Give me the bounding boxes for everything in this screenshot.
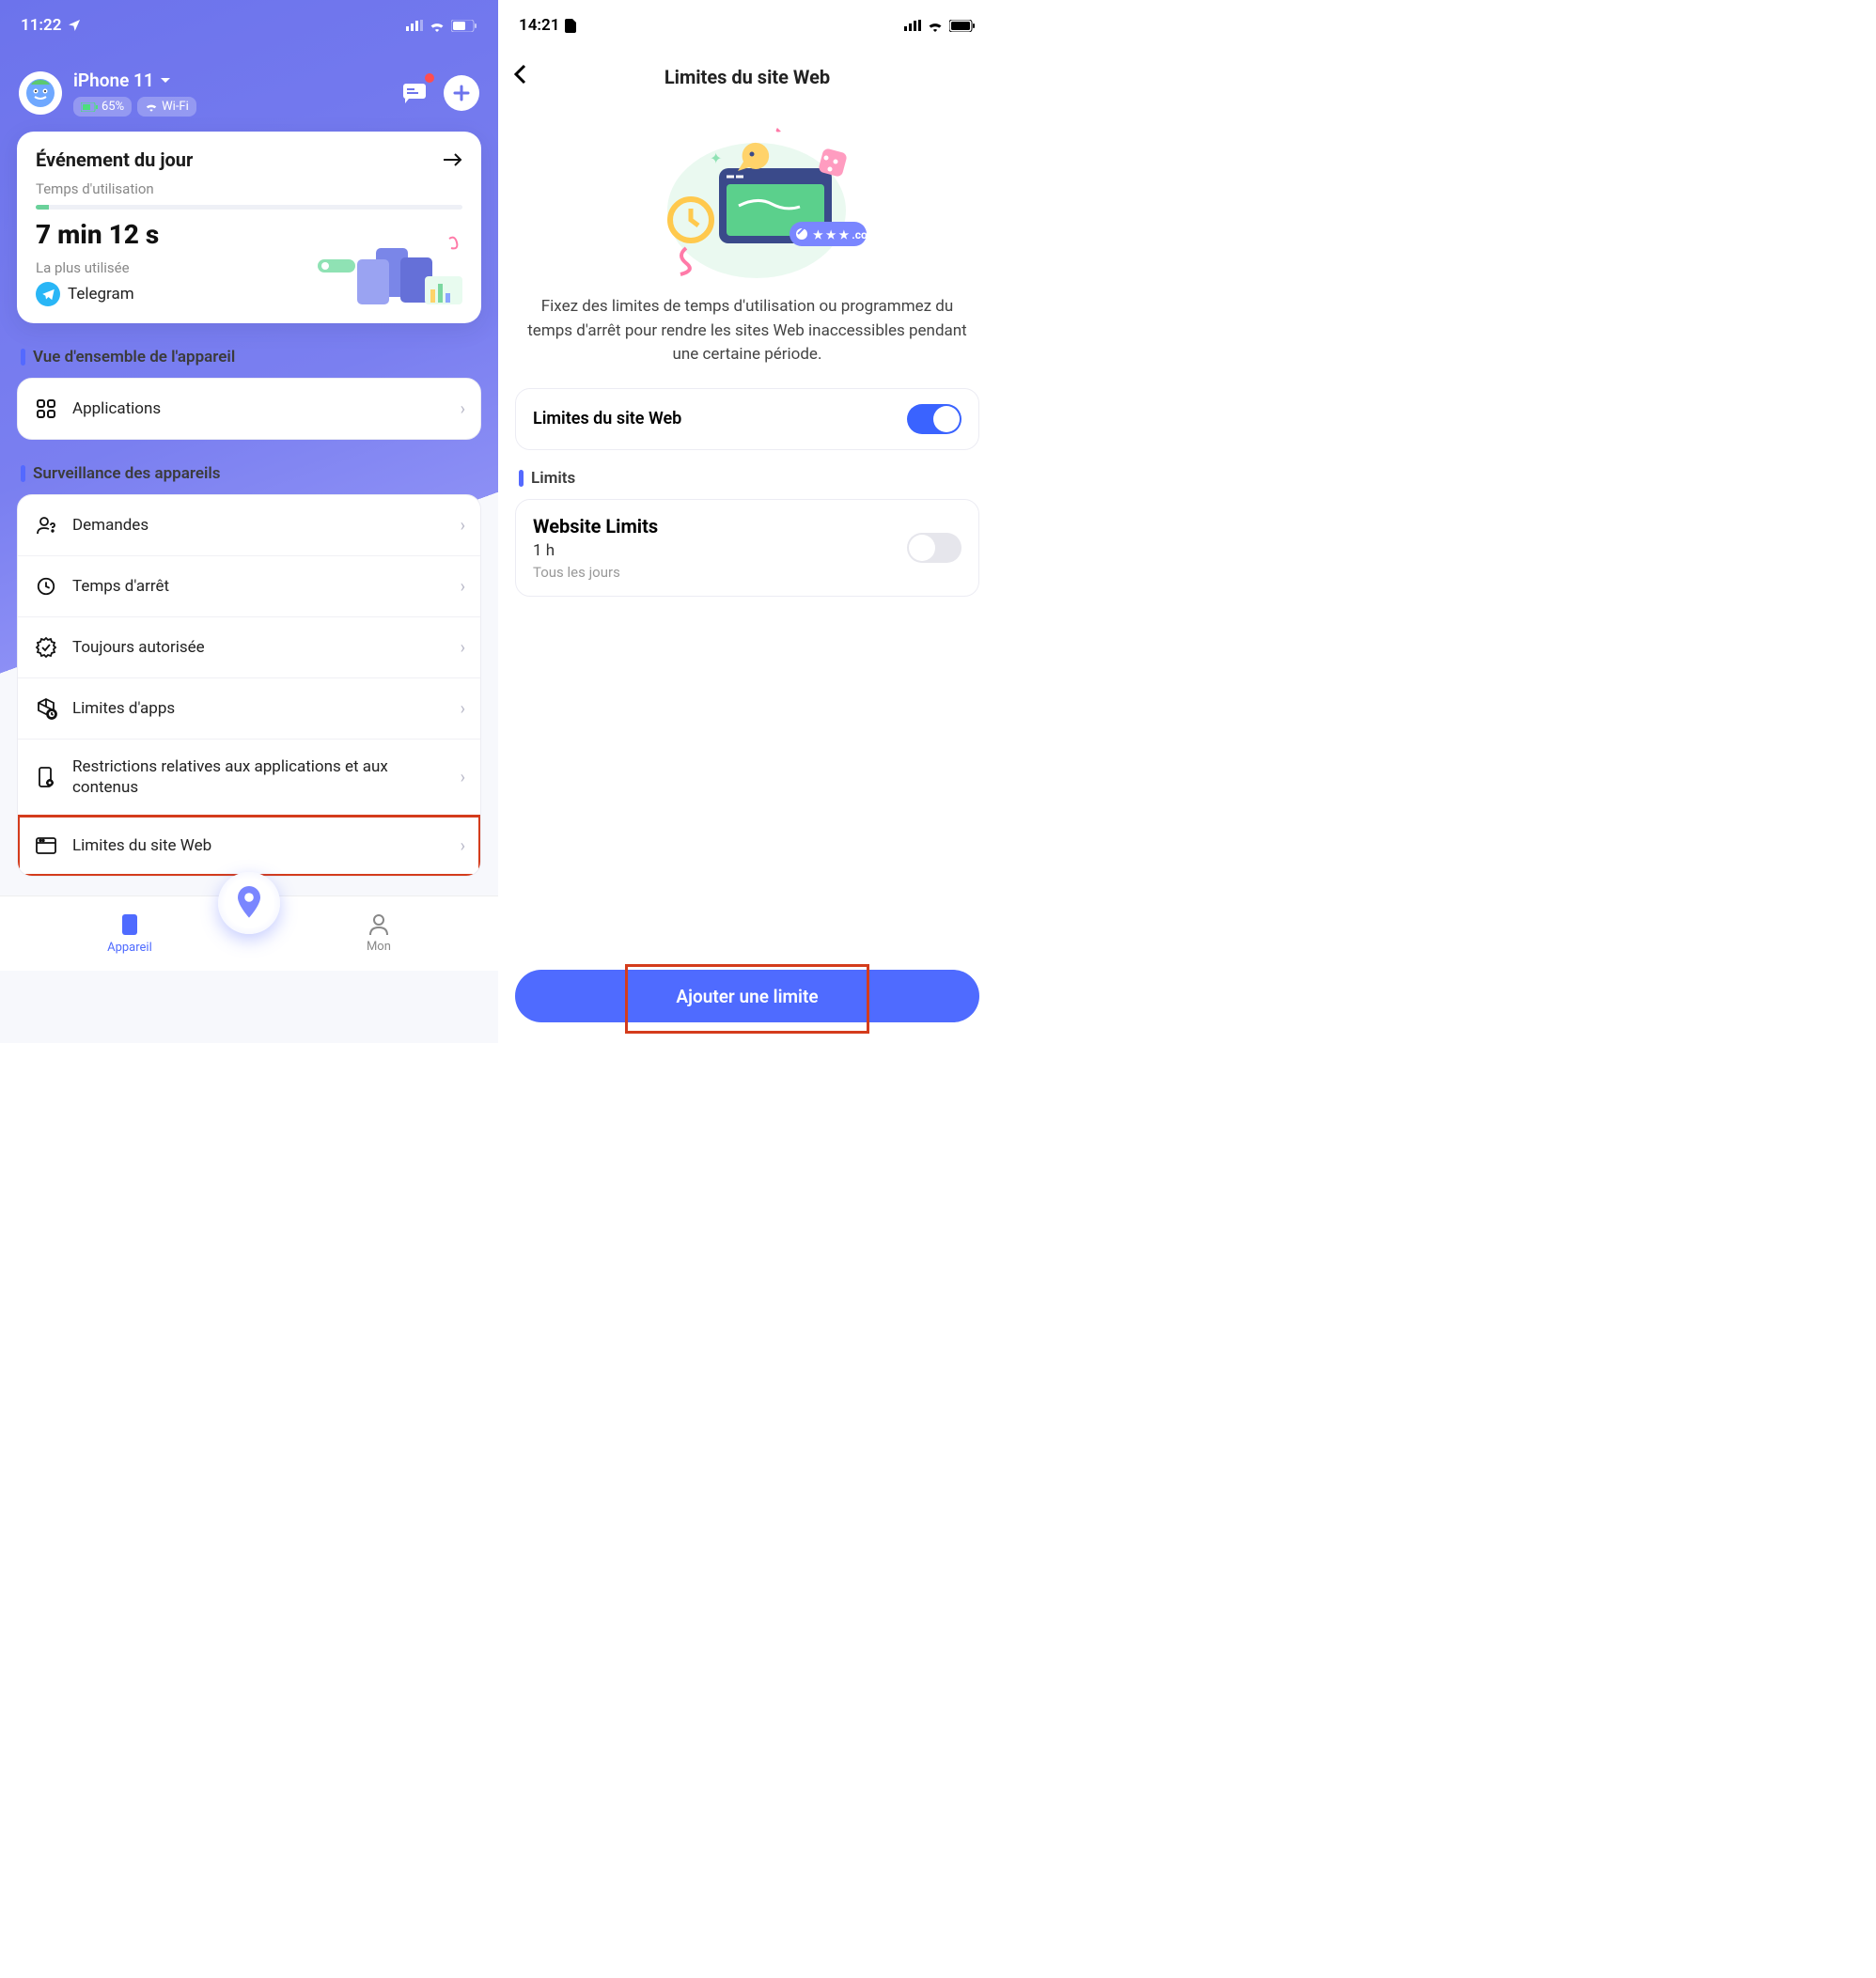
wifi-small-icon <box>145 101 158 112</box>
chevron-down-icon <box>160 77 171 85</box>
location-fab[interactable] <box>218 872 280 934</box>
row-content-restrictions[interactable]: Restrictions relatives aux applications … <box>18 740 480 816</box>
limit-schedule: Tous les jours <box>533 564 658 581</box>
back-button[interactable] <box>513 64 551 90</box>
cellular-icon <box>904 20 921 31</box>
pin-icon <box>235 886 263 920</box>
chevron-right-icon: › <box>461 836 465 856</box>
chevron-right-icon: › <box>461 399 465 419</box>
row-label: Limites d'apps <box>72 698 447 719</box>
row-app-limits[interactable]: Limites d'apps › <box>18 678 480 740</box>
wifi-icon <box>927 20 944 32</box>
battery-icon <box>451 20 477 32</box>
row-label: Limites du site Web <box>72 835 447 856</box>
row-label: Temps d'arrêt <box>72 576 447 597</box>
battery-small-icon <box>81 102 98 112</box>
clock-icon <box>33 573 59 600</box>
chevron-right-icon: › <box>461 638 465 658</box>
row-website-limits[interactable]: Limites du site Web › <box>18 816 480 876</box>
status-bar: 11:22 <box>0 0 498 41</box>
add-button[interactable] <box>444 75 479 111</box>
messages-button[interactable] <box>397 75 432 111</box>
svg-text:★ ★ ★ .com: ★ ★ ★ .com <box>813 228 877 241</box>
device-header: iPhone 11 65% Wi-Fi <box>0 41 498 132</box>
status-bar: 14:21 <box>498 0 996 41</box>
status-right <box>406 20 477 32</box>
svg-text:✦: ✦ <box>710 149 722 167</box>
row-label: Toujours autorisée <box>72 637 447 658</box>
card-illustration <box>310 231 470 316</box>
section-monitor: Surveillance des appareils <box>21 464 477 483</box>
row-always-allowed[interactable]: Toujours autorisée › <box>18 617 480 678</box>
wifi-label: Wi-Fi <box>162 100 189 114</box>
avatar[interactable] <box>19 71 62 115</box>
phone-gear-icon <box>33 764 59 790</box>
hero-illustration: ★ ★ ★ .com ✦ <box>498 107 996 295</box>
page-title: Limites du site Web <box>551 66 944 88</box>
row-label: Restrictions relatives aux applications … <box>72 756 447 798</box>
person-icon <box>368 913 389 936</box>
limit-toggle[interactable] <box>907 533 961 563</box>
telegram-icon <box>36 282 60 306</box>
today-title: Événement du jour <box>36 148 193 171</box>
grid-icon <box>33 396 59 422</box>
limit-title: Website Limits <box>533 515 658 537</box>
toggle-label: Limites du site Web <box>533 409 681 428</box>
section-limits: Limits <box>519 469 976 488</box>
tab-device[interactable]: Appareil <box>107 912 152 955</box>
row-label: Applications <box>72 398 447 419</box>
chat-icon <box>401 82 428 104</box>
limit-duration: 1 h <box>533 541 658 560</box>
chevron-right-icon: › <box>461 577 465 597</box>
sim-icon <box>565 19 576 33</box>
chevron-right-icon: › <box>461 768 465 787</box>
battery-chip: 65% <box>73 97 132 117</box>
cube-clock-icon <box>33 695 59 722</box>
section-overview: Vue d'ensemble de l'appareil <box>21 348 477 366</box>
chevron-right-icon: › <box>461 699 465 719</box>
browser-icon <box>33 833 59 859</box>
location-icon <box>67 18 82 33</box>
device-icon <box>119 912 140 937</box>
most-used-app: Telegram <box>68 285 134 304</box>
wifi-icon <box>429 20 446 32</box>
arrow-right-icon <box>442 152 462 167</box>
status-time: 11:22 <box>21 16 61 35</box>
chevron-right-icon: › <box>461 516 465 536</box>
badge-check-icon <box>33 634 59 661</box>
highlight-box <box>625 964 869 1034</box>
row-label: Demandes <box>72 515 447 536</box>
device-name-label: iPhone 11 <box>73 70 154 91</box>
row-downtime[interactable]: Temps d'arrêt › <box>18 556 480 617</box>
row-applications[interactable]: Applications › <box>18 379 480 439</box>
status-time: 14:21 <box>519 16 559 35</box>
today-card[interactable]: Événement du jour Temps d'utilisation 7 … <box>17 132 481 323</box>
user-question-icon <box>33 512 59 538</box>
row-requests[interactable]: Demandes › <box>18 495 480 556</box>
website-limits-toggle-row: Limites du site Web <box>515 388 979 450</box>
website-limits-toggle[interactable] <box>907 404 961 434</box>
tab-mine[interactable]: Mon <box>367 913 391 954</box>
battery-icon <box>949 20 976 32</box>
cellular-icon <box>406 20 423 31</box>
page-description: Fixez des limites de temps d'utilisation… <box>498 295 996 367</box>
limit-item[interactable]: Website Limits 1 h Tous les jours <box>515 499 979 597</box>
plus-icon <box>453 85 470 101</box>
usage-progress <box>36 205 462 210</box>
wifi-chip: Wi-Fi <box>137 97 196 117</box>
tab-bar: Appareil Mon <box>0 896 498 971</box>
device-selector[interactable]: iPhone 11 <box>73 70 385 91</box>
battery-value: 65% <box>102 100 124 114</box>
usage-label: Temps d'utilisation <box>36 180 462 197</box>
chevron-left-icon <box>513 64 526 85</box>
